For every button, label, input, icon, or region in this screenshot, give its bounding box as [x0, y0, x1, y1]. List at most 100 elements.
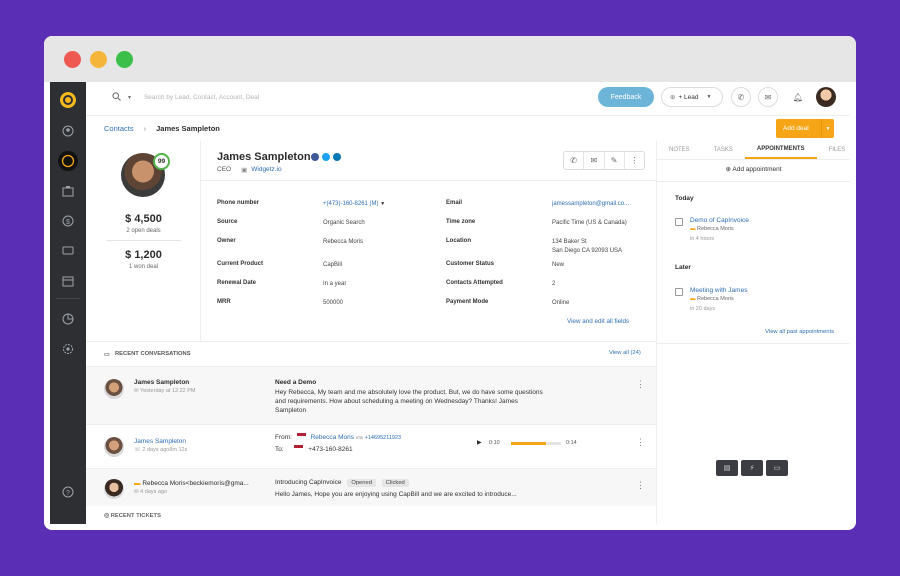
appointment-title[interactable]: Meeting with James	[690, 287, 747, 294]
search-input[interactable]: Search by Lead, Contact, Account, Deal	[144, 94, 259, 101]
play-icon[interactable]: ▶	[477, 439, 482, 446]
feedback-button[interactable]: Feedback	[598, 87, 654, 107]
renewal-value: In a year	[323, 281, 347, 287]
open-deals-value: $ 4,500	[125, 213, 162, 225]
pencil-icon: ✎	[610, 156, 618, 165]
location-label: Location	[446, 238, 471, 244]
activity-tool-button[interactable]: ⚡︎	[741, 460, 763, 476]
add-lead-label: + Lead	[678, 93, 699, 101]
email-action-button[interactable]: ✉	[584, 152, 605, 169]
timezone-value: Pacific Time (US & Canada)	[552, 220, 627, 226]
more-vertical-icon[interactable]: ⋮	[636, 480, 645, 491]
mail-button[interactable]: ✉	[758, 87, 778, 107]
chevron-down-icon[interactable]: ▼	[821, 119, 834, 138]
recent-conversations-title: RECENT CONVERSATIONS	[115, 351, 191, 357]
top-bar: ▼ Search by Lead, Contact, Account, Deal…	[86, 82, 850, 116]
call-action-button[interactable]: ✆	[564, 152, 585, 169]
linkedin-icon[interactable]	[333, 153, 341, 161]
conversation-row[interactable]: James Sampleton ✉ Yesterday at 12:22 PM …	[86, 366, 656, 424]
chevron-down-icon[interactable]: ▼	[127, 95, 132, 101]
minimize-window-button[interactable]	[90, 50, 107, 68]
panel-divider	[657, 343, 850, 344]
notes-tool-button[interactable]: ▤	[716, 460, 738, 476]
calendar-icon[interactable]	[50, 269, 86, 293]
close-window-button[interactable]	[64, 50, 81, 68]
more-vertical-icon[interactable]: ⋮	[636, 379, 645, 390]
email-value[interactable]: jamessampleton@gmail.co...	[552, 200, 629, 209]
conversation-row[interactable]: ▬ Rebecca Moris<beckiemoris@gma... ✉ 4 d…	[86, 468, 656, 506]
tab-files[interactable]: FILES	[817, 141, 850, 159]
screen-tool-button[interactable]: ▭	[766, 460, 788, 476]
conversation-icon: ▭	[104, 352, 110, 358]
contact-company-link[interactable]: Widgetz.io	[251, 166, 281, 174]
timezone-label: Time zone	[446, 219, 476, 225]
deals-icon[interactable]: $	[50, 209, 86, 233]
tab-appointments[interactable]: APPOINTMENTS	[744, 141, 817, 159]
add-appointment-button[interactable]: ⊕ Add appointment	[657, 165, 850, 173]
window-titlebar	[44, 36, 856, 82]
tab-tasks[interactable]: TASKS	[702, 141, 745, 159]
conversation-row[interactable]: James Sampleton ☏ 2 days ago8m 12s From:…	[86, 424, 656, 468]
add-deal-button[interactable]: Add deal ▼	[776, 119, 834, 138]
maximize-window-button[interactable]	[116, 50, 133, 68]
chevron-down-icon[interactable]: ▼	[380, 201, 385, 207]
conversation-meta: ☏ 2 days ago8m 12s	[134, 447, 188, 453]
view-all-conversations-link[interactable]: View all (24)	[609, 350, 641, 356]
call-from-number[interactable]: +14695211923	[365, 435, 401, 441]
today-heading: Today	[675, 195, 694, 202]
breadcrumb-contacts-link[interactable]: Contacts	[104, 124, 134, 133]
add-lead-button[interactable]: ⊕ + Lead ▼	[661, 87, 723, 107]
location-line2: San Diego CA 92093 USA	[552, 248, 623, 254]
add-deal-label: Add deal	[783, 125, 809, 132]
won-deals-value: $ 1,200	[125, 249, 162, 261]
leads-icon[interactable]	[50, 149, 86, 173]
call-from-line: From: Rebecca Moris via +14695211923	[275, 433, 402, 441]
accounts-icon[interactable]	[50, 179, 86, 203]
breadcrumb-separator: ›	[143, 124, 147, 133]
browser-window: $ ? ▼ Search by Lead, Contact, Account, …	[44, 36, 856, 530]
more-vertical-icon[interactable]: ⋮	[636, 437, 645, 448]
call-to-line: To: +473-160-8261	[275, 445, 353, 453]
open-deals-label: 2 open deals	[126, 228, 161, 234]
product-value: CapBill	[323, 262, 343, 268]
mail-icon: ✉	[590, 156, 598, 165]
settings-icon[interactable]	[50, 337, 86, 361]
notifications-button[interactable]: 🔔︎	[788, 87, 808, 107]
phone-button[interactable]: ✆	[731, 87, 751, 107]
twitter-icon[interactable]	[322, 153, 330, 161]
call-from-name[interactable]: Rebecca Moris	[311, 434, 354, 441]
panel-divider	[657, 181, 850, 182]
help-icon[interactable]: ?	[50, 480, 86, 504]
contacts-icon[interactable]	[50, 119, 86, 143]
breadcrumb-current: James Sampleton	[156, 124, 220, 133]
facebook-icon[interactable]	[311, 153, 319, 161]
calendar-icon	[675, 218, 683, 226]
appointment-title[interactable]: Demo of CapInvoice	[690, 217, 749, 224]
appointment-owner: ▬ Rebecca Moris	[690, 296, 734, 302]
search-icon[interactable]	[112, 92, 121, 103]
view-edit-fields-link[interactable]: View and edit all fields	[567, 318, 629, 325]
sidebar: $ ?	[50, 82, 86, 524]
logo-icon[interactable]	[50, 88, 86, 112]
search-bar[interactable]: ▼ Search by Lead, Contact, Account, Deal	[112, 92, 259, 103]
audio-progress-bar[interactable]	[511, 442, 561, 445]
user-avatar[interactable]	[816, 87, 836, 107]
opened-tag: Opened	[347, 479, 376, 487]
recent-conversations-header: ▭ RECENT CONVERSATIONS View all (24)	[86, 341, 656, 366]
edit-action-button[interactable]: ✎	[605, 152, 625, 169]
conversations-icon[interactable]	[50, 239, 86, 263]
status-value: New	[552, 262, 565, 268]
chevron-down-icon[interactable]: ▼	[707, 94, 712, 100]
audio-time-end: 0:14	[566, 440, 577, 446]
us-flag-icon	[296, 433, 306, 439]
phone-icon: ✆	[737, 92, 745, 102]
call-to-number[interactable]: +473-160-8261	[308, 446, 352, 453]
app-shell: $ ? ▼ Search by Lead, Contact, Account, …	[50, 82, 850, 524]
more-action-button[interactable]: ⋮	[625, 152, 644, 169]
conversation-sender[interactable]: James Sampleton	[134, 438, 186, 445]
view-past-appointments-link[interactable]: View all past appointments	[765, 329, 834, 335]
tab-notes[interactable]: NOTES	[657, 141, 702, 159]
reports-icon[interactable]	[50, 307, 86, 331]
phone-value[interactable]: +(473)-160-8261 (M) ▼	[323, 200, 385, 209]
floating-toolbar: ▤ ⚡︎ ▭	[716, 460, 788, 476]
